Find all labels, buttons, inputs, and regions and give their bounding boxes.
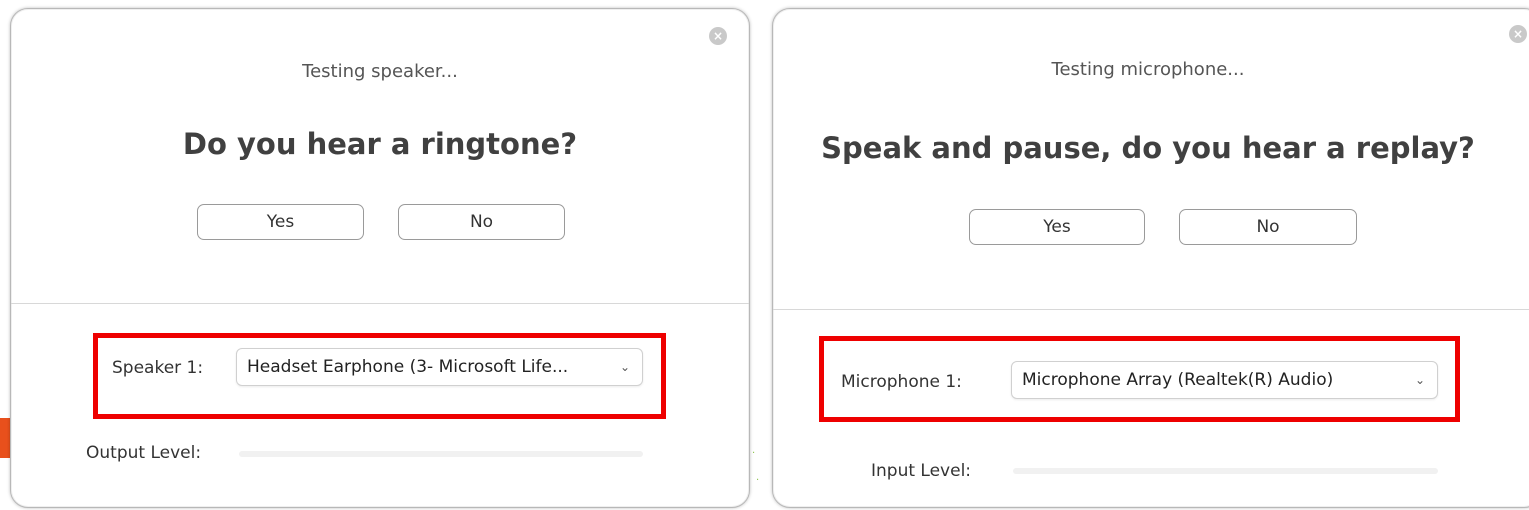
speaker-no-button[interactable]: No bbox=[398, 204, 565, 240]
output-level-label: Output Level: bbox=[86, 443, 202, 463]
microphone-yes-button[interactable]: Yes bbox=[969, 209, 1145, 245]
section-divider bbox=[11, 303, 749, 304]
input-level-label: Input Level: bbox=[871, 461, 972, 481]
section-divider bbox=[773, 309, 1529, 310]
speaker-yes-button[interactable]: Yes bbox=[197, 204, 364, 240]
speaker-highlight-box bbox=[93, 333, 666, 419]
screenshot-stage: × Testing speaker... Do you hear a ringt… bbox=[0, 0, 1529, 510]
microphone-test-dialog: × Testing microphone... Speak and pause,… bbox=[772, 8, 1529, 508]
output-level-meter bbox=[239, 451, 643, 457]
speaker-test-status: Testing speaker... bbox=[302, 61, 458, 82]
background-speck: · bbox=[752, 448, 756, 459]
microphone-highlight-box bbox=[819, 336, 1460, 422]
input-level-meter bbox=[1013, 468, 1438, 474]
speaker-test-dialog: × Testing speaker... Do you hear a ringt… bbox=[10, 8, 750, 508]
microphone-no-button[interactable]: No bbox=[1179, 209, 1357, 245]
close-icon[interactable]: × bbox=[1509, 25, 1527, 43]
speaker-test-question: Do you hear a ringtone? bbox=[182, 127, 578, 161]
close-icon[interactable]: × bbox=[709, 27, 727, 45]
microphone-test-question: Speak and pause, do you hear a replay? bbox=[821, 131, 1475, 165]
microphone-test-status: Testing microphone... bbox=[1051, 59, 1245, 80]
background-speck: · bbox=[756, 475, 760, 486]
